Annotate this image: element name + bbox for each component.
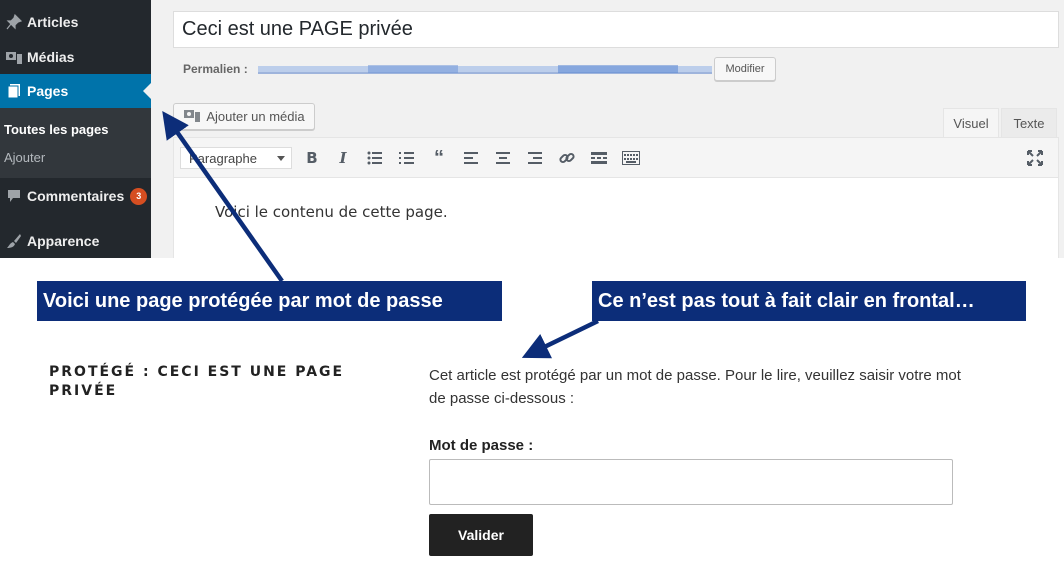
sidebar-item-label: Pages	[27, 83, 69, 99]
editor-toolbar: Paragraphe B I “	[173, 137, 1059, 178]
bullet-list-icon[interactable]	[364, 148, 386, 168]
comment-count-badge: 3	[130, 187, 148, 205]
link-icon[interactable]	[556, 148, 578, 168]
tab-text[interactable]: Texte	[1001, 108, 1057, 137]
sidebar-item-pages[interactable]: Pages	[0, 74, 151, 108]
frontend-protected-message: Cet article est protégé par un mot de pa…	[429, 367, 961, 407]
arrow-to-frontend	[521, 318, 599, 359]
add-media-button[interactable]: Ajouter un média	[173, 103, 315, 130]
blockquote-icon[interactable]: “	[428, 147, 450, 169]
callout-protected-page: Voici une page protégée par mot de passe	[37, 281, 502, 321]
toolbar-toggle-icon[interactable]	[620, 148, 642, 168]
permalink-label: Permalien :	[183, 62, 248, 76]
editor-content-area[interactable]: Voici le contenu de cette page.	[173, 178, 1059, 258]
admin-screenshot: Articles Médias Pages Toutes les pages A…	[0, 0, 1064, 258]
format-select-value: Paragraphe	[189, 150, 257, 166]
sidebar-item-medias[interactable]: Médias	[0, 40, 151, 74]
sidebar-item-label: Apparence	[27, 233, 100, 249]
submenu-item-add[interactable]: Ajouter	[4, 150, 45, 165]
permalink-url-blurred[interactable]	[258, 63, 712, 75]
callout-not-clear-frontend: Ce n’est pas tout à fait clair en fronta…	[592, 281, 1026, 321]
bold-icon[interactable]: B	[301, 148, 323, 168]
admin-sidebar: Articles Médias Pages Toutes les pages A…	[0, 0, 151, 258]
sidebar-item-label: Articles	[27, 14, 79, 30]
add-media-label: Ajouter un média	[206, 109, 305, 124]
format-select[interactable]: Paragraphe	[180, 147, 292, 169]
modify-permalink-button[interactable]: Modifier	[714, 57, 776, 81]
submit-button[interactable]: Valider	[429, 514, 533, 556]
sidebar-item-label: Médias	[27, 49, 75, 65]
password-label: Mot de passe :	[429, 437, 534, 454]
password-input[interactable]	[429, 459, 953, 505]
align-right-icon[interactable]	[524, 148, 546, 168]
pages-submenu: Toutes les pages Ajouter	[0, 108, 151, 178]
sidebar-item-label: Commentaires	[27, 188, 125, 204]
read-more-icon[interactable]	[588, 148, 610, 168]
submenu-item-all-pages[interactable]: Toutes les pages	[4, 122, 109, 137]
tab-visual[interactable]: Visuel	[943, 108, 999, 137]
fullscreen-icon[interactable]	[1024, 148, 1046, 168]
page-title-input[interactable]: Ceci est une PAGE privée	[173, 11, 1059, 48]
pages-icon	[0, 83, 27, 99]
frontend-page-title: PROTÉGÉ : CECI EST UNE PAGE PRIVÉE	[49, 364, 345, 399]
italic-icon[interactable]: I	[332, 148, 354, 168]
numbered-list-icon[interactable]	[396, 148, 418, 168]
brush-icon	[0, 233, 27, 249]
align-left-icon[interactable]	[460, 148, 482, 168]
media-icon	[0, 49, 27, 65]
align-center-icon[interactable]	[492, 148, 514, 168]
pin-icon	[0, 14, 27, 30]
chevron-down-icon	[277, 156, 285, 161]
sidebar-item-appearance[interactable]: Apparence	[0, 224, 151, 258]
comment-icon	[0, 188, 27, 204]
sidebar-item-comments[interactable]: Commentaires 3	[0, 179, 151, 213]
sidebar-item-articles[interactable]: Articles	[0, 5, 151, 39]
editor-content-text: Voici le contenu de cette page.	[215, 203, 448, 221]
add-media-icon	[183, 107, 201, 126]
